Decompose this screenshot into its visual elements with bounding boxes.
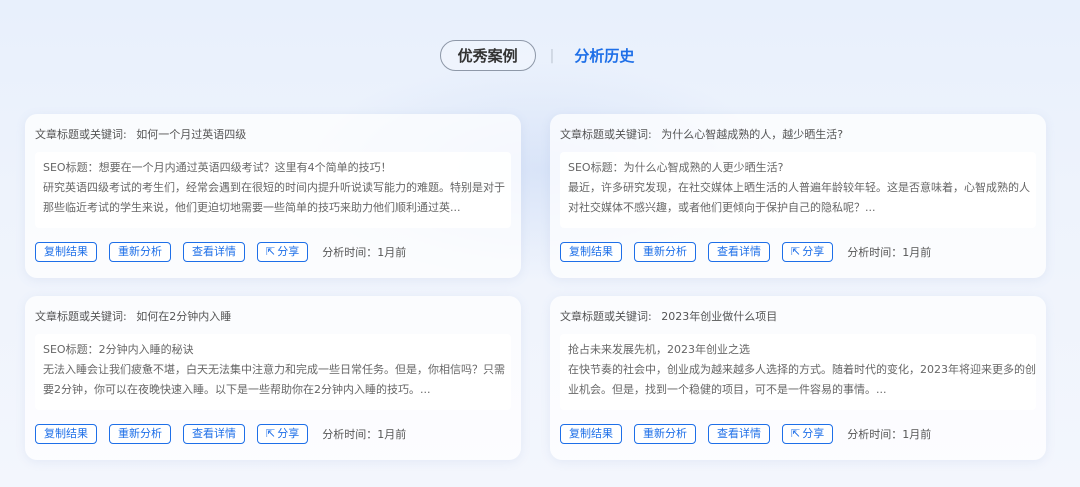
keyword-value: 2023年创业做什么项目 xyxy=(661,310,778,323)
keyword-label: 文章标题或关键词: xyxy=(560,310,652,323)
tab-separator: | xyxy=(549,47,555,64)
reanalyze-button[interactable]: 重新分析 xyxy=(634,242,696,262)
share-icon: ⇱ xyxy=(791,245,801,258)
card-actions: 复制结果 重新分析 查看详情 ⇱ 分享 分析时间：1月前 xyxy=(560,242,931,262)
share-button[interactable]: ⇱ 分享 xyxy=(257,424,309,444)
keyword-value: 如何一个月过英语四级 xyxy=(136,128,247,141)
copy-result-button[interactable]: 复制结果 xyxy=(560,242,622,262)
history-card: 文章标题或关键词: 2023年创业做什么项目 抢占未来发展先机，2023年创业之… xyxy=(550,296,1046,460)
tab-bar: 优秀案例 | 分析历史 xyxy=(0,40,1080,71)
keyword-value: 为什么心智越成熟的人，越少晒生活? xyxy=(661,128,844,141)
analysis-time: 分析时间：1月前 xyxy=(847,246,932,259)
copy-result-button[interactable]: 复制结果 xyxy=(35,424,97,444)
seo-title: SEO标题：想要在一个月内通过英语四级考试？这里有4个简单的技巧！ xyxy=(43,161,392,174)
view-detail-button[interactable]: 查看详情 xyxy=(708,424,770,444)
seo-title: 抢占未来发展先机，2023年创业之选 xyxy=(568,343,750,356)
result-preview: SEO标题：为什么心智成熟的人更少晒生活? 最近，许多研究发现，在社交媒体上晒生… xyxy=(560,152,1036,228)
seo-title: SEO标题：2分钟内入睡的秘诀 xyxy=(43,343,194,356)
share-label: 分享 xyxy=(277,427,300,440)
history-card: 文章标题或关键词: 如何在2分钟内入睡 SEO标题：2分钟内入睡的秘诀 无法入睡… xyxy=(25,296,521,460)
share-icon: ⇱ xyxy=(791,427,801,440)
keyword-label: 文章标题或关键词: xyxy=(35,128,127,141)
share-icon: ⇱ xyxy=(266,427,276,440)
copy-result-button[interactable]: 复制结果 xyxy=(35,242,97,262)
card-keyword-line: 文章标题或关键词: 2023年创业做什么项目 xyxy=(560,308,777,324)
result-description: 在快节奏的社会中，创业成为越来越多人选择的方式。随着时代的变化，2023年将迎来… xyxy=(568,363,1036,396)
tab-analysis-history[interactable]: 分析历史 xyxy=(568,41,640,70)
share-icon: ⇱ xyxy=(266,245,276,258)
card-actions: 复制结果 重新分析 查看详情 ⇱ 分享 分析时间：1月前 xyxy=(560,424,931,444)
tab-featured-cases[interactable]: 优秀案例 xyxy=(439,40,536,71)
card-keyword-line: 文章标题或关键词: 如何一个月过英语四级 xyxy=(35,126,246,142)
history-card: 文章标题或关键词: 如何一个月过英语四级 SEO标题：想要在一个月内通过英语四级… xyxy=(25,114,521,278)
card-keyword-line: 文章标题或关键词: 如何在2分钟内入睡 xyxy=(35,308,231,324)
result-description: 最近，许多研究发现，在社交媒体上晒生活的人普遍年龄较年轻。这是否意味着，心智成熟… xyxy=(568,181,1030,214)
share-button[interactable]: ⇱ 分享 xyxy=(257,242,309,262)
reanalyze-button[interactable]: 重新分析 xyxy=(109,424,171,444)
seo-title: SEO标题：为什么心智成熟的人更少晒生活? xyxy=(568,161,784,174)
keyword-label: 文章标题或关键词: xyxy=(35,310,127,323)
copy-result-button[interactable]: 复制结果 xyxy=(560,424,622,444)
history-card: 文章标题或关键词: 为什么心智越成熟的人，越少晒生活? SEO标题：为什么心智成… xyxy=(550,114,1046,278)
share-button[interactable]: ⇱ 分享 xyxy=(782,242,834,262)
keyword-label: 文章标题或关键词: xyxy=(560,128,652,141)
result-preview: SEO标题：想要在一个月内通过英语四级考试？这里有4个简单的技巧！ 研究英语四级… xyxy=(35,152,511,228)
result-description: 研究英语四级考试的考生们，经常会遇到在很短的时间内提升听说读写能力的难题。特别是… xyxy=(43,181,505,214)
view-detail-button[interactable]: 查看详情 xyxy=(708,242,770,262)
result-preview: SEO标题：2分钟内入睡的秘诀 无法入睡会让我们疲惫不堪，白天无法集中注意力和完… xyxy=(35,334,511,410)
share-button[interactable]: ⇱ 分享 xyxy=(782,424,834,444)
result-description: 无法入睡会让我们疲惫不堪，白天无法集中注意力和完成一些日常任务。但是，你相信吗？… xyxy=(43,363,505,396)
reanalyze-button[interactable]: 重新分析 xyxy=(109,242,171,262)
view-detail-button[interactable]: 查看详情 xyxy=(183,424,245,444)
reanalyze-button[interactable]: 重新分析 xyxy=(634,424,696,444)
share-label: 分享 xyxy=(802,427,825,440)
card-keyword-line: 文章标题或关键词: 为什么心智越成熟的人，越少晒生活? xyxy=(560,126,843,142)
analysis-time: 分析时间：1月前 xyxy=(322,428,407,441)
share-label: 分享 xyxy=(277,245,300,258)
analysis-time: 分析时间：1月前 xyxy=(847,428,932,441)
view-detail-button[interactable]: 查看详情 xyxy=(183,242,245,262)
analysis-time: 分析时间：1月前 xyxy=(322,246,407,259)
keyword-value: 如何在2分钟内入睡 xyxy=(136,310,232,323)
card-actions: 复制结果 重新分析 查看详情 ⇱ 分享 分析时间：1月前 xyxy=(35,424,406,444)
share-label: 分享 xyxy=(802,245,825,258)
card-actions: 复制结果 重新分析 查看详情 ⇱ 分享 分析时间：1月前 xyxy=(35,242,406,262)
result-preview: 抢占未来发展先机，2023年创业之选 在快节奏的社会中，创业成为越来越多人选择的… xyxy=(560,334,1036,410)
